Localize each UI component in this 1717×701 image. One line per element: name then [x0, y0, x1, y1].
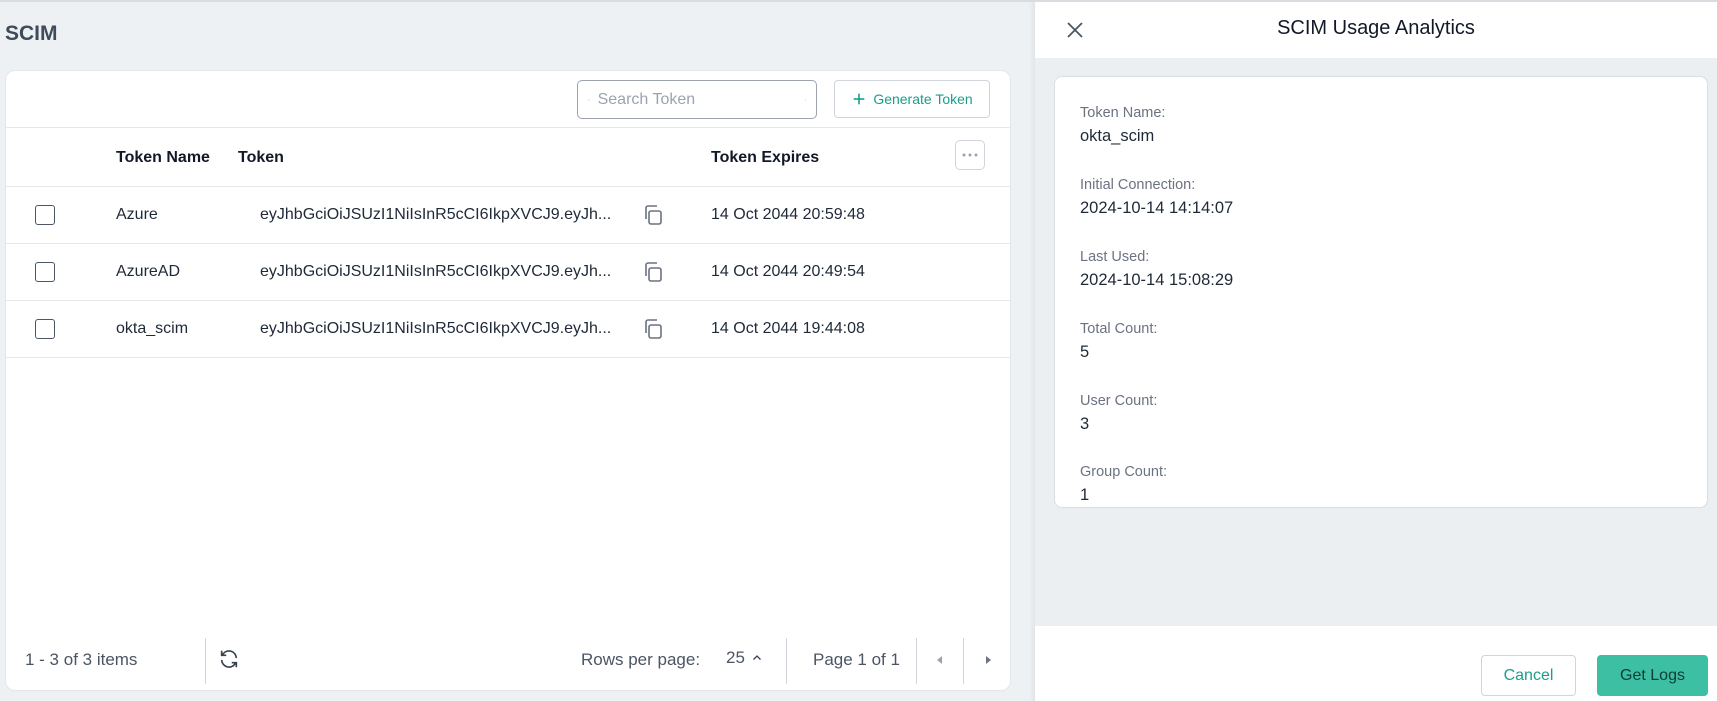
more-horizontal-icon: [962, 153, 978, 157]
row-checkbox[interactable]: [35, 262, 55, 282]
field-label: Token Name:: [1080, 105, 1166, 121]
field-value: 2024-10-14 15:08:29: [1080, 271, 1234, 289]
page-title: SCIM: [5, 22, 58, 45]
token-name-cell: okta_scim: [116, 320, 189, 337]
search-icon: [588, 98, 590, 101]
field-value: okta_scim: [1080, 127, 1155, 145]
field-total-count: Total Count: 5: [1080, 321, 1157, 362]
search-box[interactable]: [577, 80, 817, 119]
panel-footer: Cancel Get Logs: [1035, 633, 1717, 701]
divider: [963, 638, 964, 684]
rows-per-page-value: 25: [726, 648, 745, 667]
analytics-card: Token Name: okta_scim Initial Connection…: [1054, 76, 1708, 508]
field-group-count: Group Count: 1: [1080, 464, 1167, 505]
page-indicator: Page 1 of 1: [813, 650, 900, 669]
copy-icon[interactable]: [641, 260, 665, 284]
field-value: 1: [1080, 486, 1090, 504]
panel-title: SCIM Usage Analytics: [1277, 17, 1475, 39]
previous-page-icon[interactable]: [934, 654, 946, 666]
copy-icon[interactable]: [641, 203, 665, 227]
table-row: AzureAD eyJhbGciOiJSUzI1NiIsInR5cCI6IkpX…: [6, 244, 1010, 301]
cancel-button[interactable]: Cancel: [1481, 655, 1576, 696]
table-footer: 1 - 3 of 3 items Rows per page: 25 Page …: [6, 628, 1010, 692]
token-expires-cell: 14 Oct 2044 20:49:54: [711, 263, 865, 280]
copy-icon[interactable]: [641, 317, 665, 341]
get-logs-button[interactable]: Get Logs: [1597, 655, 1708, 696]
field-label: Group Count:: [1080, 464, 1168, 480]
panel-header: SCIM Usage Analytics: [1035, 2, 1717, 58]
row-checkbox[interactable]: [35, 205, 55, 225]
chevron-up-icon: [752, 655, 761, 660]
field-label: Last Used:: [1080, 249, 1150, 265]
usage-analytics-panel: SCIM Usage Analytics Token Name: okta_sc…: [1035, 2, 1717, 701]
field-value: 5: [1080, 343, 1090, 361]
field-initial-connection: Initial Connection: 2024-10-14 14:14:07: [1080, 177, 1233, 218]
token-cell: eyJhbGciOiJSUzI1NiIsInR5cCI6IkpXVCJ9.eyJ…: [260, 320, 612, 337]
field-user-count: User Count: 3: [1080, 393, 1157, 434]
table-header: Token Name Token Token Expires: [6, 128, 1010, 187]
table-row: Azure eyJhbGciOiJSUzI1NiIsInR5cCI6IkpXVC…: [6, 187, 1010, 244]
field-token-name: Token Name: okta_scim: [1080, 105, 1165, 146]
field-label: Total Count:: [1080, 321, 1158, 337]
token-name-cell: Azure: [116, 206, 158, 223]
field-label: Initial Connection:: [1080, 177, 1196, 193]
table-row: okta_scim eyJhbGciOiJSUzI1NiIsInR5cCI6Ik…: [6, 301, 1010, 358]
plus-icon: [853, 93, 865, 105]
row-checkbox[interactable]: [35, 319, 55, 339]
divider: [205, 638, 206, 684]
field-last-used: Last Used: 2024-10-14 15:08:29: [1080, 249, 1233, 290]
search-input[interactable]: [597, 90, 805, 109]
panel-body: Token Name: okta_scim Initial Connection…: [1035, 58, 1717, 626]
token-cell: eyJhbGciOiJSUzI1NiIsInR5cCI6IkpXVCJ9.eyJ…: [260, 263, 612, 280]
token-name-cell: AzureAD: [116, 263, 181, 280]
generate-token-button[interactable]: Generate Token: [834, 80, 990, 118]
scim-page: SCIM Generate Token Token Name Token Tok…: [0, 2, 1035, 701]
rows-per-page-label: Rows per page:: [581, 650, 701, 669]
column-header-token-expires[interactable]: Token Expires: [711, 149, 819, 167]
rows-per-page-select[interactable]: 25: [726, 648, 763, 668]
next-page-icon[interactable]: [982, 654, 994, 666]
token-expires-cell: 14 Oct 2044 19:44:08: [711, 320, 865, 337]
token-table-card: Generate Token Token Name Token Token Ex…: [5, 70, 1011, 691]
token-cell: eyJhbGciOiJSUzI1NiIsInR5cCI6IkpXVCJ9.eyJ…: [260, 206, 612, 223]
divider: [786, 638, 787, 684]
table-toolbar: Generate Token: [6, 71, 1010, 128]
divider: [916, 638, 917, 684]
field-value: 3: [1080, 415, 1090, 433]
items-count: 1 - 3 of 3 items: [25, 650, 138, 669]
refresh-icon[interactable]: [218, 648, 240, 670]
column-header-token-name[interactable]: Token Name: [116, 149, 210, 167]
field-value: 2024-10-14 14:14:07: [1080, 199, 1234, 217]
info-icon[interactable]: [804, 92, 806, 108]
field-label: User Count:: [1080, 393, 1158, 409]
token-expires-cell: 14 Oct 2044 20:59:48: [711, 206, 865, 223]
column-header-token[interactable]: Token: [238, 149, 284, 167]
generate-token-label: Generate Token: [873, 91, 973, 107]
column-options-button[interactable]: [955, 140, 985, 170]
